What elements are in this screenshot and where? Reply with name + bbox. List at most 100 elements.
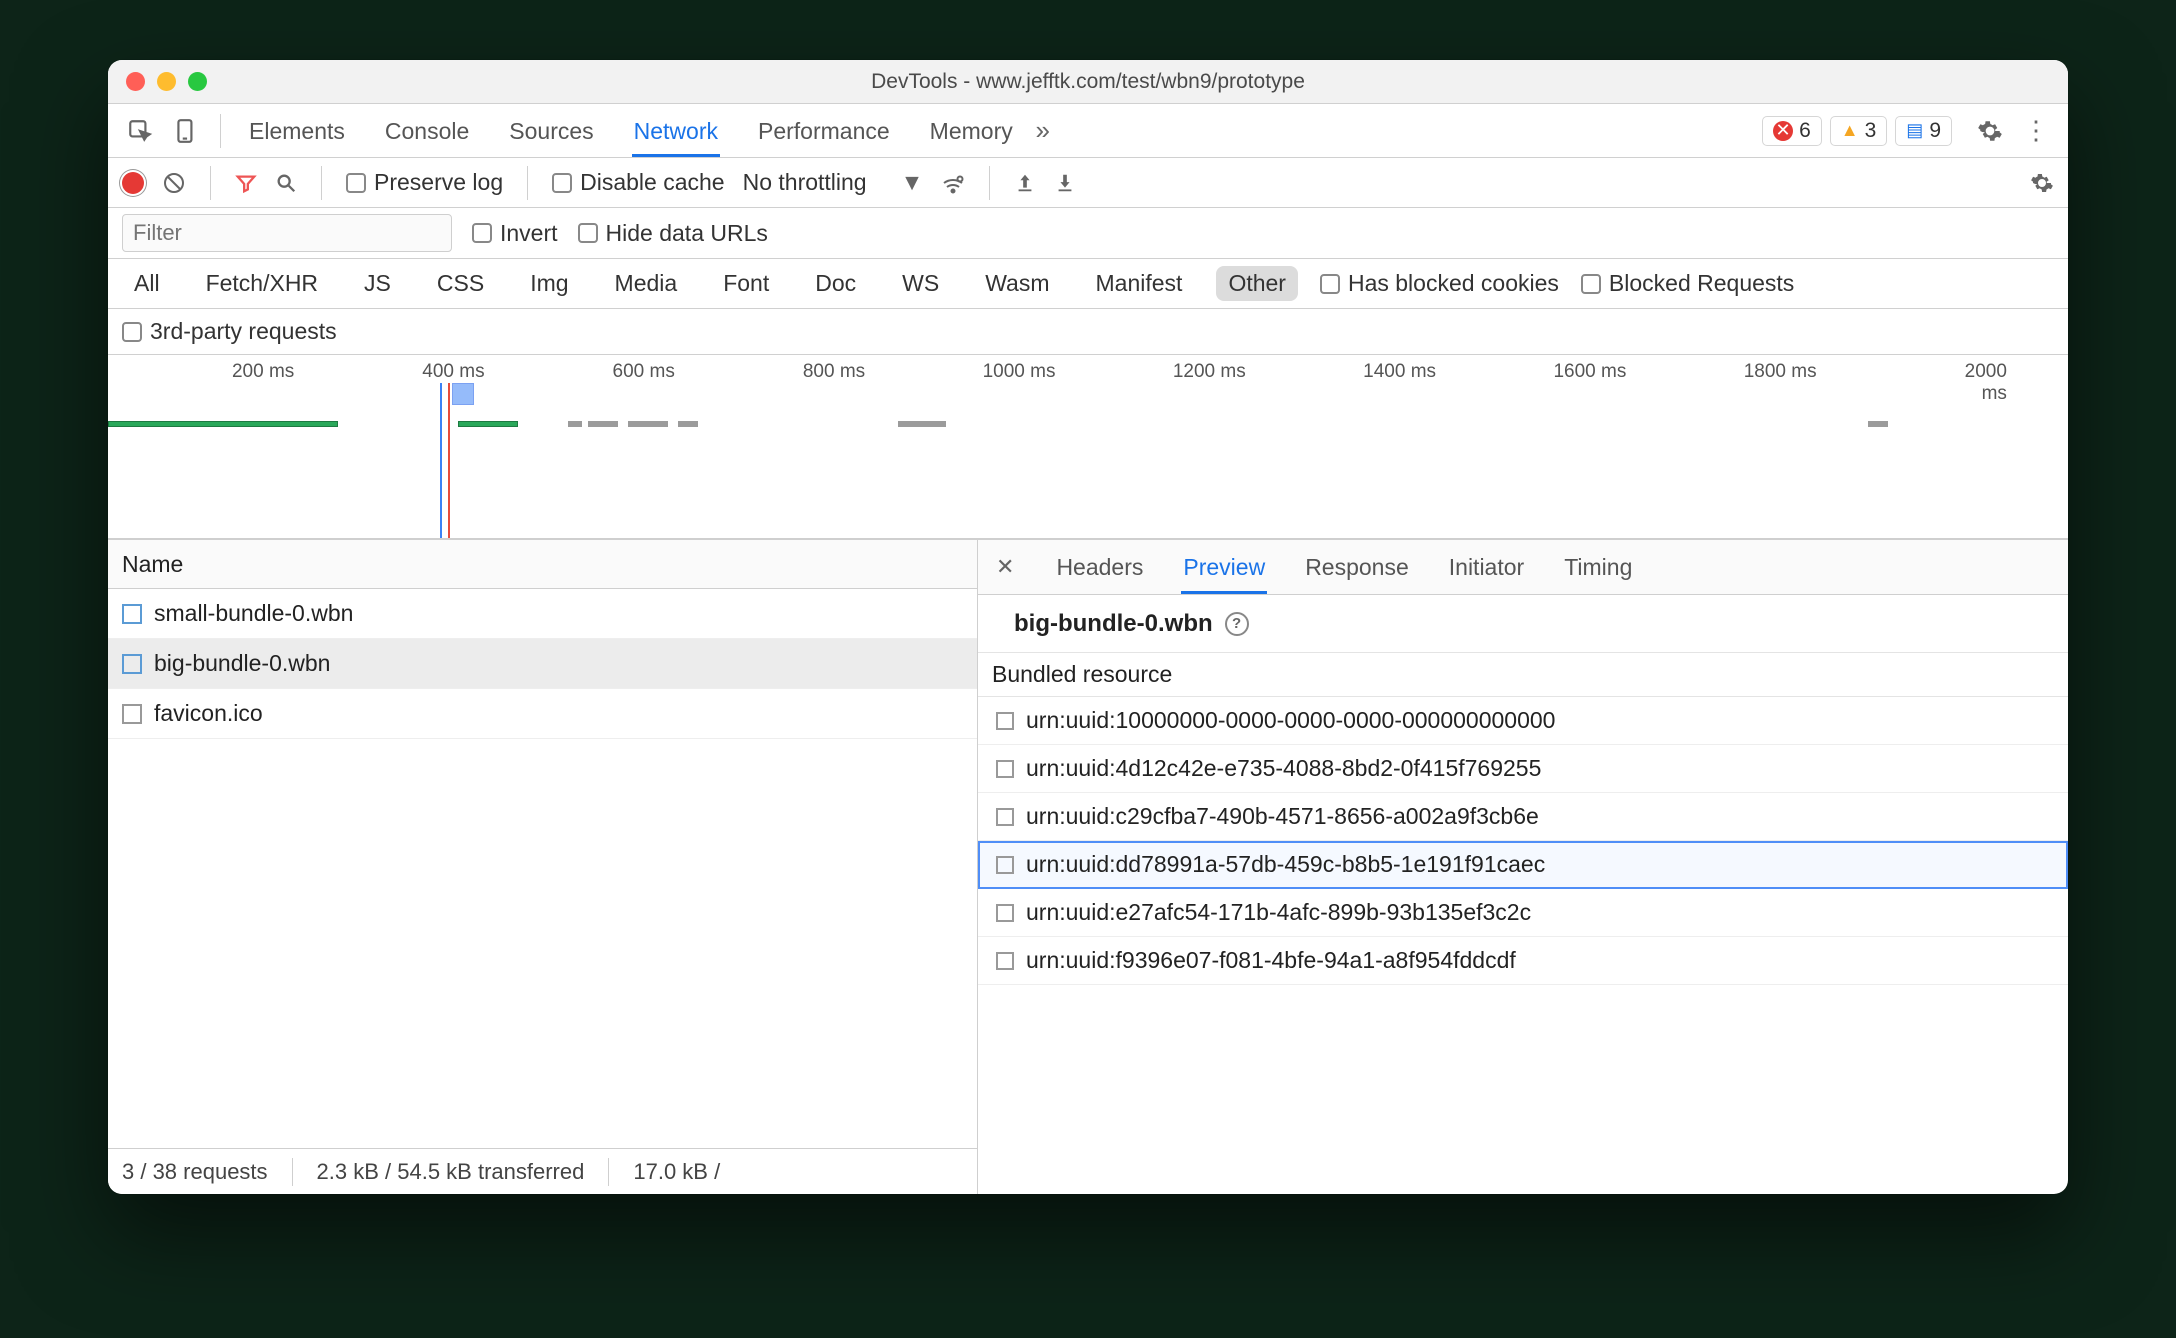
preserve-log-checkbox[interactable]: Preserve log — [346, 169, 503, 196]
timeline-bar — [588, 421, 618, 427]
network-toolbar: Preserve log Disable cache No throttling… — [108, 158, 2068, 208]
network-conditions-icon[interactable] — [941, 171, 965, 195]
messages-badge[interactable]: ▤9 — [1895, 116, 1952, 146]
timeline-tick: 1600 ms — [1630, 361, 1707, 383]
type-filter-all[interactable]: All — [122, 266, 172, 301]
status-badges: ✕6 ▲3 ▤9 — [1762, 116, 1952, 146]
status-bar: 3 / 38 requests 2.3 kB / 54.5 kB transfe… — [108, 1148, 977, 1194]
detail-tab-preview[interactable]: Preview — [1181, 540, 1267, 594]
detail-tab-headers[interactable]: Headers — [1054, 540, 1145, 594]
device-toggle-icon[interactable] — [168, 113, 204, 149]
download-har-icon[interactable] — [1054, 172, 1076, 194]
type-filter-media[interactable]: Media — [603, 266, 690, 301]
bundled-resource-header: Bundled resource — [978, 653, 2068, 697]
disable-cache-checkbox[interactable]: Disable cache — [552, 169, 724, 196]
filter-input[interactable] — [122, 214, 452, 252]
detail-tab-response[interactable]: Response — [1303, 540, 1411, 594]
detail-panel: ✕ HeadersPreviewResponseInitiatorTiming … — [978, 539, 2068, 1194]
timeline-tick: 800 ms — [869, 361, 935, 383]
throttling-select[interactable]: No throttling▼ — [743, 169, 924, 196]
detail-header: big-bundle-0.wbn ? — [978, 595, 2068, 653]
request-name: small-bundle-0.wbn — [154, 600, 353, 627]
file-icon — [996, 856, 1014, 874]
message-icon: ▤ — [1906, 120, 1923, 141]
detail-tab-initiator[interactable]: Initiator — [1447, 540, 1526, 594]
tab-elements[interactable]: Elements — [247, 105, 347, 157]
timeline-selection[interactable] — [452, 383, 474, 405]
close-detail-icon[interactable]: ✕ — [996, 554, 1014, 580]
timeline-tick: 2000 ms — [2011, 361, 2068, 405]
main-tabs: Elements Console Sources Network Performance… — [247, 105, 1015, 157]
clear-button[interactable] — [162, 171, 186, 195]
third-party-checkbox[interactable]: 3rd-party requests — [122, 318, 337, 345]
type-filter-img[interactable]: Img — [518, 266, 580, 301]
has-blocked-cookies-checkbox[interactable]: Has blocked cookies — [1320, 270, 1559, 297]
timeline-bar — [628, 421, 668, 427]
blocked-requests-checkbox[interactable]: Blocked Requests — [1581, 270, 1794, 297]
bundled-resource-row[interactable]: urn:uuid:c29cfba7-490b-4571-8656-a002a9f… — [978, 793, 2068, 841]
type-filter-doc[interactable]: Doc — [803, 266, 868, 301]
request-row[interactable]: favicon.ico — [108, 689, 977, 739]
type-filter-css[interactable]: CSS — [425, 266, 496, 301]
timeline-tick: 400 ms — [489, 361, 555, 383]
bundled-resource-row[interactable]: urn:uuid:f9396e07-f081-4bfe-94a1-a8f954f… — [978, 937, 2068, 985]
network-settings-icon[interactable] — [2030, 171, 2054, 195]
bundled-resource-row[interactable]: urn:uuid:e27afc54-171b-4afc-899b-93b135e… — [978, 889, 2068, 937]
settings-icon[interactable] — [1972, 113, 2008, 149]
bundled-resource-row[interactable]: urn:uuid:dd78991a-57db-459c-b8b5-1e191f9… — [978, 841, 2068, 889]
kebab-menu-icon[interactable]: ⋮ — [2018, 113, 2054, 149]
bundled-resource-row[interactable]: urn:uuid:4d12c42e-e735-4088-8bd2-0f415f7… — [978, 745, 2068, 793]
resource-name: urn:uuid:10000000-0000-0000-0000-0000000… — [1026, 707, 1555, 734]
timeline-overview[interactable]: 200 ms400 ms600 ms800 ms1000 ms1200 ms14… — [108, 355, 2068, 539]
detail-tab-timing[interactable]: Timing — [1562, 540, 1634, 594]
warnings-badge[interactable]: ▲3 — [1830, 116, 1888, 146]
timeline-tick: 1800 ms — [1821, 361, 1898, 383]
timeline-bar — [1868, 421, 1888, 427]
tab-network[interactable]: Network — [632, 105, 720, 157]
file-icon — [996, 952, 1014, 970]
upload-har-icon[interactable] — [1014, 172, 1036, 194]
tab-memory[interactable]: Memory — [928, 105, 1015, 157]
timeline-tick: 600 ms — [679, 361, 745, 383]
file-icon — [122, 704, 142, 724]
bundled-resource-row[interactable]: urn:uuid:10000000-0000-0000-0000-0000000… — [978, 697, 2068, 745]
timeline-tick: 1200 ms — [1250, 361, 1327, 383]
type-filter-wasm[interactable]: Wasm — [973, 266, 1061, 301]
tab-performance[interactable]: Performance — [756, 105, 892, 157]
timeline-tick: 1000 ms — [1059, 361, 1136, 383]
divider — [220, 114, 221, 148]
type-filter-manifest[interactable]: Manifest — [1084, 266, 1195, 301]
resource-name: urn:uuid:e27afc54-171b-4afc-899b-93b135e… — [1026, 899, 1531, 926]
help-icon[interactable]: ? — [1225, 612, 1249, 636]
type-filter-other[interactable]: Other — [1216, 266, 1298, 301]
tab-sources[interactable]: Sources — [507, 105, 595, 157]
resource-name: urn:uuid:f9396e07-f081-4bfe-94a1-a8f954f… — [1026, 947, 1516, 974]
record-button[interactable] — [122, 172, 144, 194]
invert-checkbox[interactable]: Invert — [472, 220, 558, 247]
filter-toggle-icon[interactable] — [235, 172, 257, 194]
chevron-down-icon: ▼ — [901, 169, 924, 196]
tab-console[interactable]: Console — [383, 105, 471, 157]
search-icon[interactable] — [275, 172, 297, 194]
detail-tabs: ✕ Headers Preview Response Initiator Timing — [978, 539, 2068, 595]
resource-name: urn:uuid:dd78991a-57db-459c-b8b5-1e191f9… — [1026, 851, 1545, 878]
type-filter-fetchxhr[interactable]: Fetch/XHR — [194, 266, 330, 301]
request-row[interactable]: small-bundle-0.wbn — [108, 589, 977, 639]
status-resources: 17.0 kB / — [633, 1159, 720, 1185]
hide-data-urls-checkbox[interactable]: Hide data URLs — [578, 220, 768, 247]
titlebar: DevTools - www.jefftk.com/test/wbn9/prot… — [108, 60, 2068, 104]
load-line — [440, 383, 442, 538]
timeline-bar — [108, 421, 338, 427]
type-filter-font[interactable]: Font — [711, 266, 781, 301]
split-panels: Name small-bundle-0.wbn big-bundle-0.wbn f… — [108, 539, 2068, 1194]
request-list-panel: Name small-bundle-0.wbn big-bundle-0.wbn f… — [108, 539, 978, 1194]
detail-title: big-bundle-0.wbn — [1014, 610, 1213, 638]
type-filter-js[interactable]: JS — [352, 266, 403, 301]
type-filter-ws[interactable]: WS — [890, 266, 951, 301]
more-tabs-icon[interactable]: » — [1025, 113, 1061, 149]
inspect-icon[interactable] — [122, 113, 158, 149]
request-row[interactable]: big-bundle-0.wbn — [108, 639, 977, 689]
request-name: big-bundle-0.wbn — [154, 650, 330, 677]
errors-badge[interactable]: ✕6 — [1762, 116, 1822, 146]
name-column-header[interactable]: Name — [108, 539, 977, 589]
